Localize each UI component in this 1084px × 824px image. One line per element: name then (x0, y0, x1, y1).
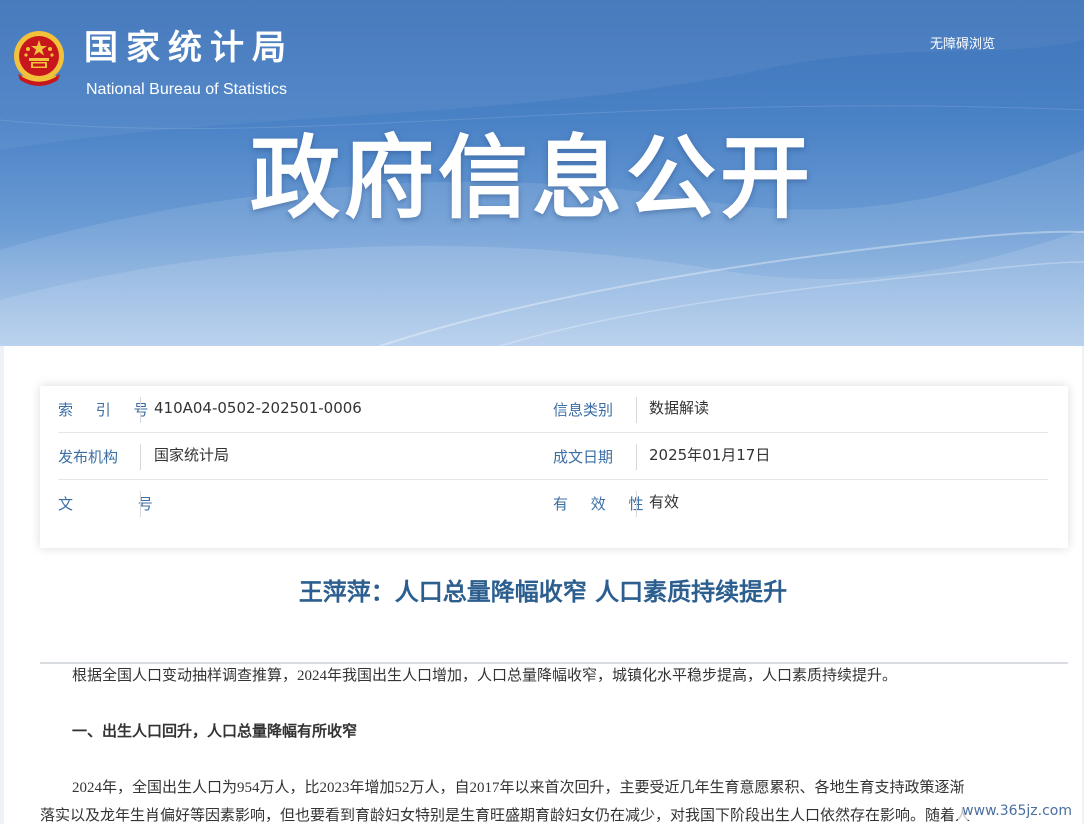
article-paragraph: 根据全国人口变动抽样调查推算，2024年我国出生人口增加，人口总量降幅收窄，城镇… (72, 668, 898, 684)
header-banner: 国家统计局 National Bureau of Statistics 无障碍浏… (0, 0, 1084, 346)
meta-value-category: 数据解读 (649, 399, 710, 417)
meta-divider (636, 491, 637, 517)
site-watermark: www.365jz.com (958, 802, 1076, 820)
content-panel: 索 引 号 410A04-0502-202501-0006 信息类别 数据解读 … (4, 346, 1082, 824)
national-emblem-icon[interactable] (12, 30, 66, 92)
site-brand-chinese[interactable]: 国家统计局 (84, 28, 294, 68)
meta-divider (140, 397, 141, 423)
meta-divider (140, 444, 141, 470)
meta-label-validity: 有 效 性 (553, 495, 653, 513)
meta-divider (636, 444, 637, 470)
meta-label-category: 信息类别 (553, 401, 614, 419)
meta-row-index: 索 引 号 410A04-0502-202501-0006 信息类别 数据解读 (58, 386, 1048, 433)
meta-value-validity: 有效 (649, 493, 680, 511)
meta-row-doc-no: 文 号 有 效 性 有效 (58, 480, 1048, 527)
article-section-heading: 一、出生人口回升，人口总量降幅有所收窄 (72, 724, 358, 740)
meta-value-index: 410A04-0502-202501-0006 (154, 399, 362, 417)
article-paragraph: 2024年，全国出生人口为954万人，比2023年增加52万人，自2017年以来… (72, 780, 965, 796)
meta-row-publisher: 发布机构 国家统计局 成文日期 2025年01月17日 (58, 433, 1048, 480)
meta-label-index: 索 引 号 (58, 401, 158, 419)
meta-divider (140, 491, 141, 517)
accessibility-link[interactable]: 无障碍浏览 (930, 33, 995, 52)
meta-value-date: 2025年01月17日 (649, 446, 771, 464)
site-brand-english[interactable]: National Bureau of Statistics (86, 80, 287, 100)
banner-title: 政府信息公开 (250, 126, 814, 231)
article-title: 王萍萍：人口总量降幅收窄 人口素质持续提升 (298, 578, 788, 606)
article-paragraph-continued: 落实以及龙年生肖偏好等因素影响，但也要看到育龄妇女特别是生育旺盛期育龄妇女仍在减… (40, 808, 971, 824)
meta-label-publisher: 发布机构 (58, 448, 119, 466)
document-metadata-table: 索 引 号 410A04-0502-202501-0006 信息类别 数据解读 … (40, 386, 1068, 548)
meta-value-publisher: 国家统计局 (154, 446, 230, 464)
meta-label-date: 成文日期 (553, 448, 614, 466)
meta-label-doc-no: 文 号 (58, 495, 183, 513)
meta-divider (636, 397, 637, 423)
